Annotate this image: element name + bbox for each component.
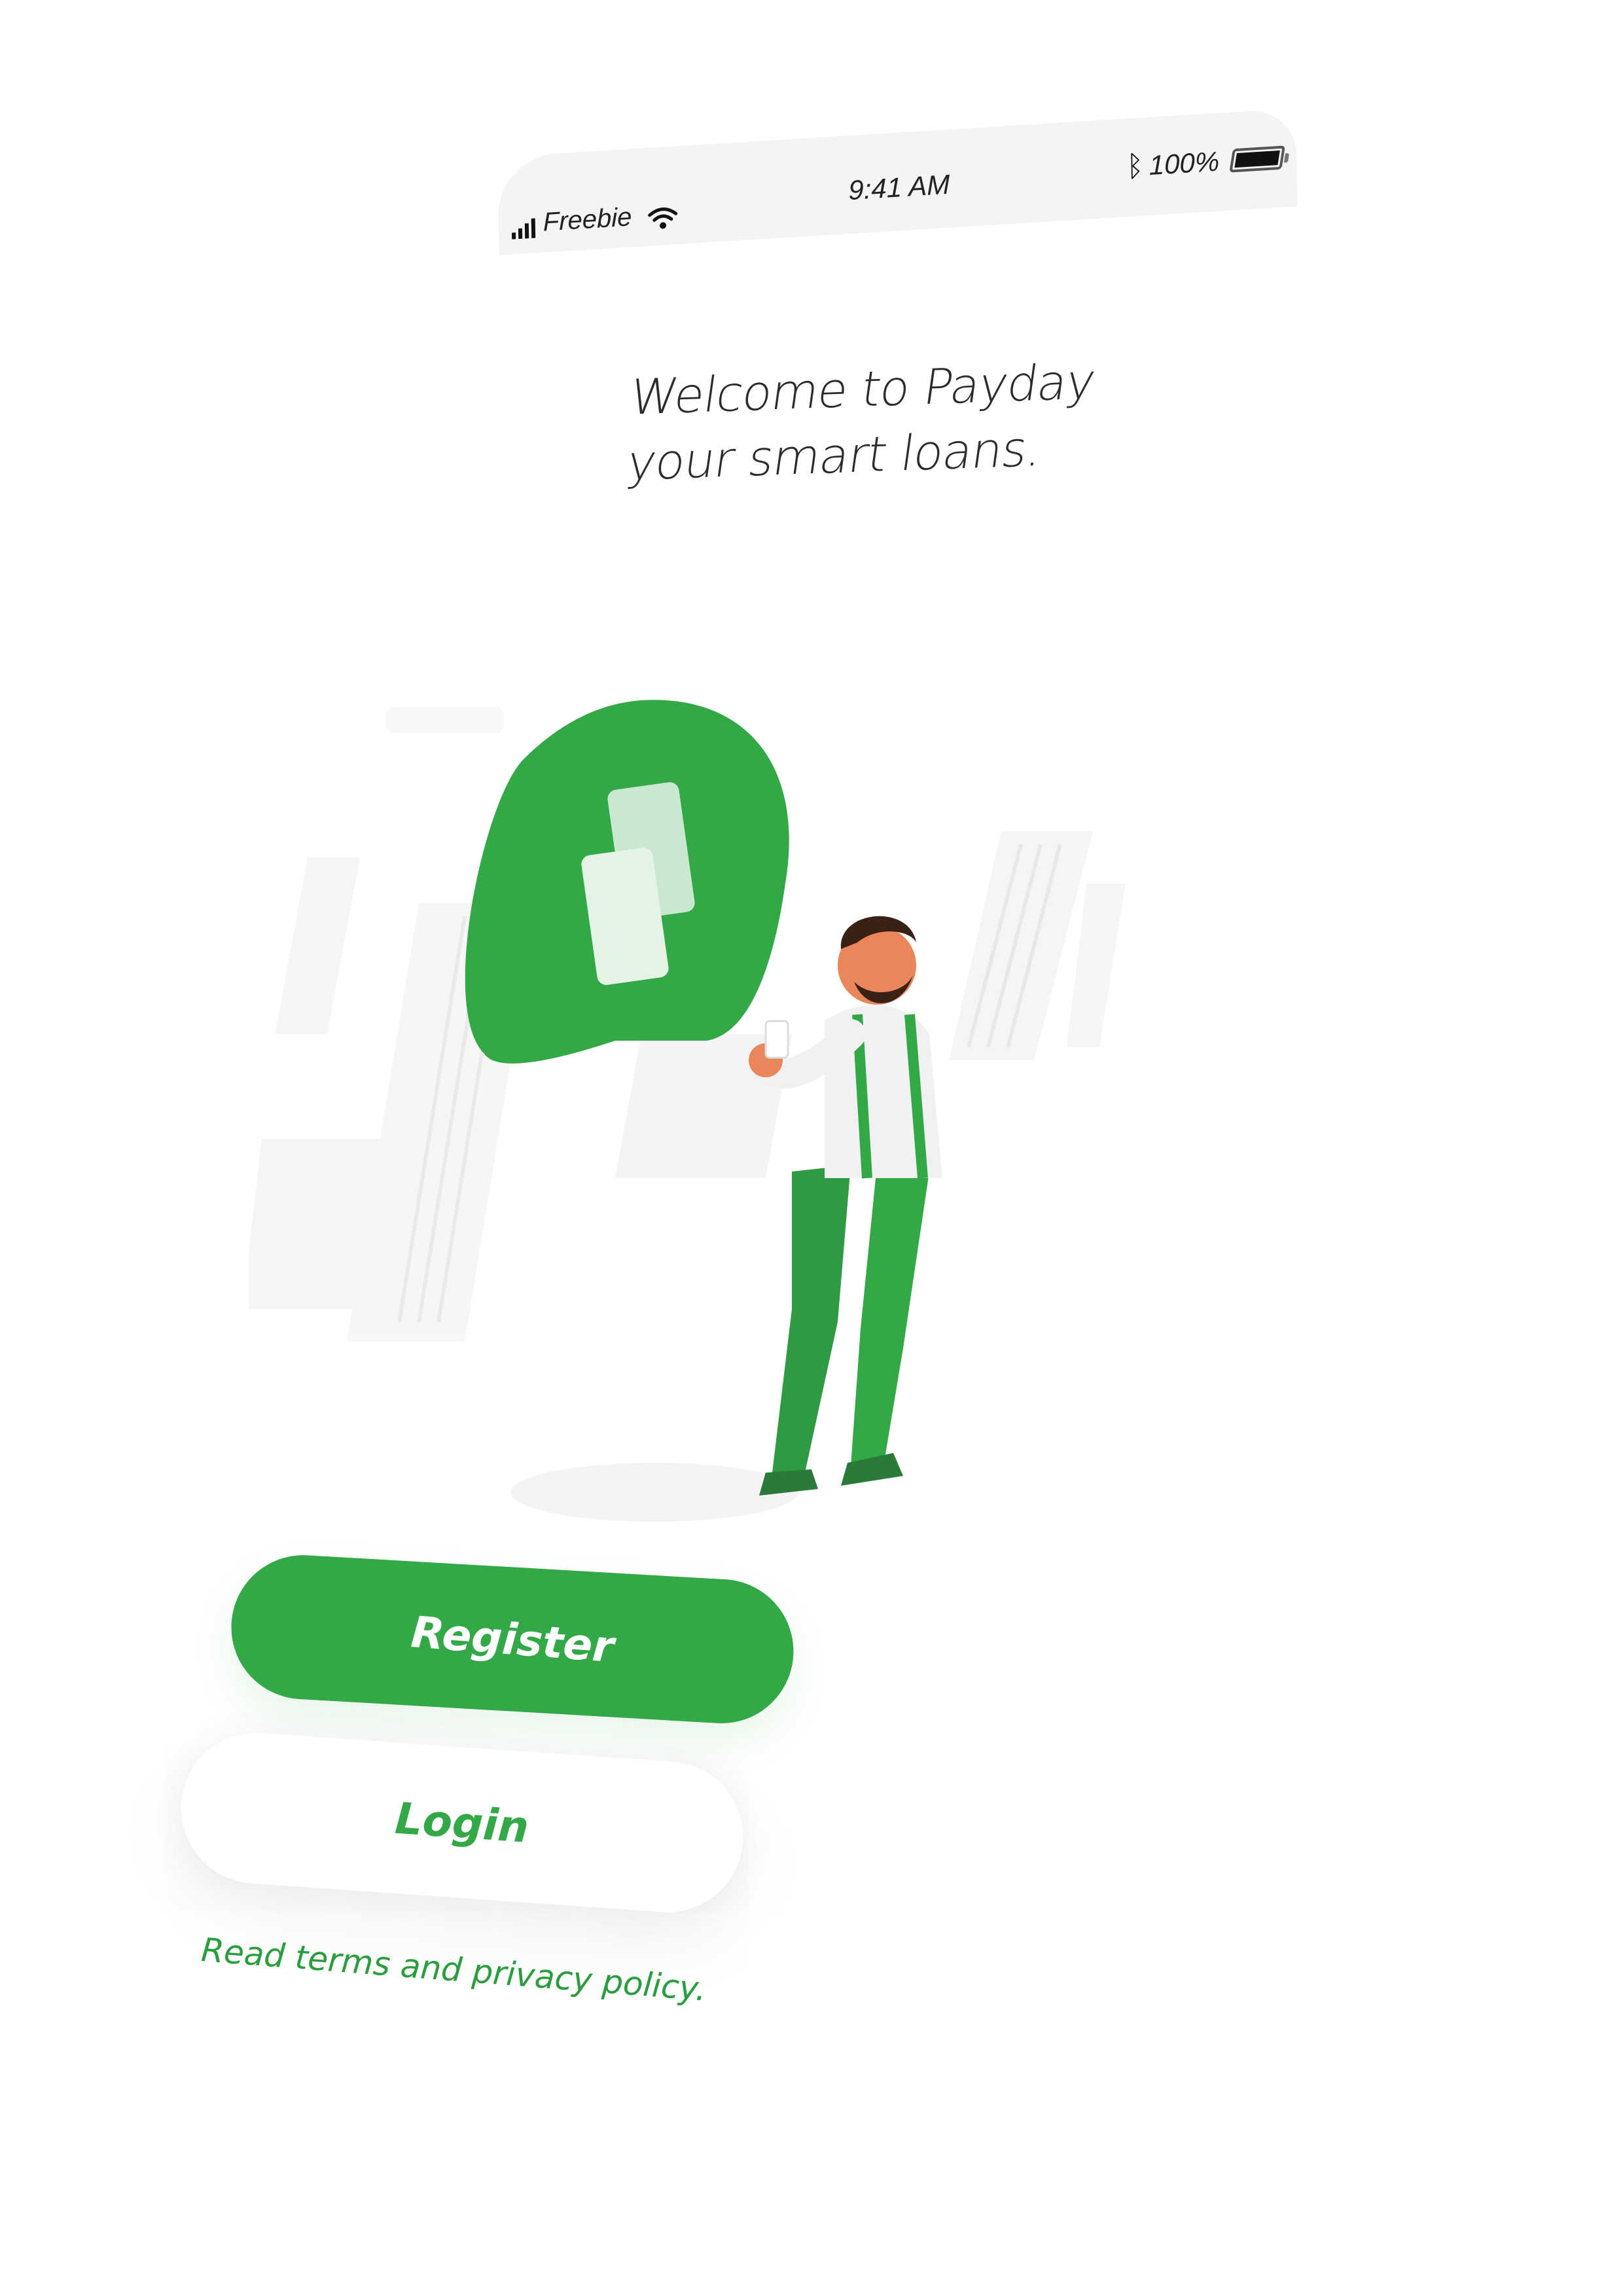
status-time: 9:41 AM [847, 168, 950, 206]
hero-illustration [242, 668, 1152, 1545]
signal-icon [512, 218, 536, 240]
login-button-label: Login [393, 1793, 531, 1853]
terms-privacy-link[interactable]: Read terms and privacy policy. [200, 1931, 707, 2009]
status-bar-right: ᛒ 100% [1126, 141, 1285, 184]
login-button[interactable]: Login [175, 1728, 748, 1918]
payday-logo-icon [465, 700, 789, 1064]
status-bar-left: Freebie [511, 200, 677, 240]
welcome-screen: Freebie 9:41 AM ᛒ 100% Welcome to Payday… [0, 0, 1623, 2296]
bluetooth-icon: ᛒ [1126, 149, 1145, 184]
battery-icon [1229, 145, 1285, 173]
register-button[interactable]: Register [227, 1551, 798, 1728]
wifi-icon [647, 207, 677, 229]
man-with-phone-illustration [242, 700, 1126, 1522]
welcome-heading: Welcome to Payday your smart loans. [571, 346, 1178, 498]
carrier-name: Freebie [543, 202, 632, 237]
man-figure [749, 916, 942, 1496]
register-button-label: Register [409, 1606, 616, 1672]
status-bar: Freebie 9:41 AM ᛒ 100% [497, 108, 1298, 255]
battery-percentage: 100% [1149, 145, 1220, 181]
